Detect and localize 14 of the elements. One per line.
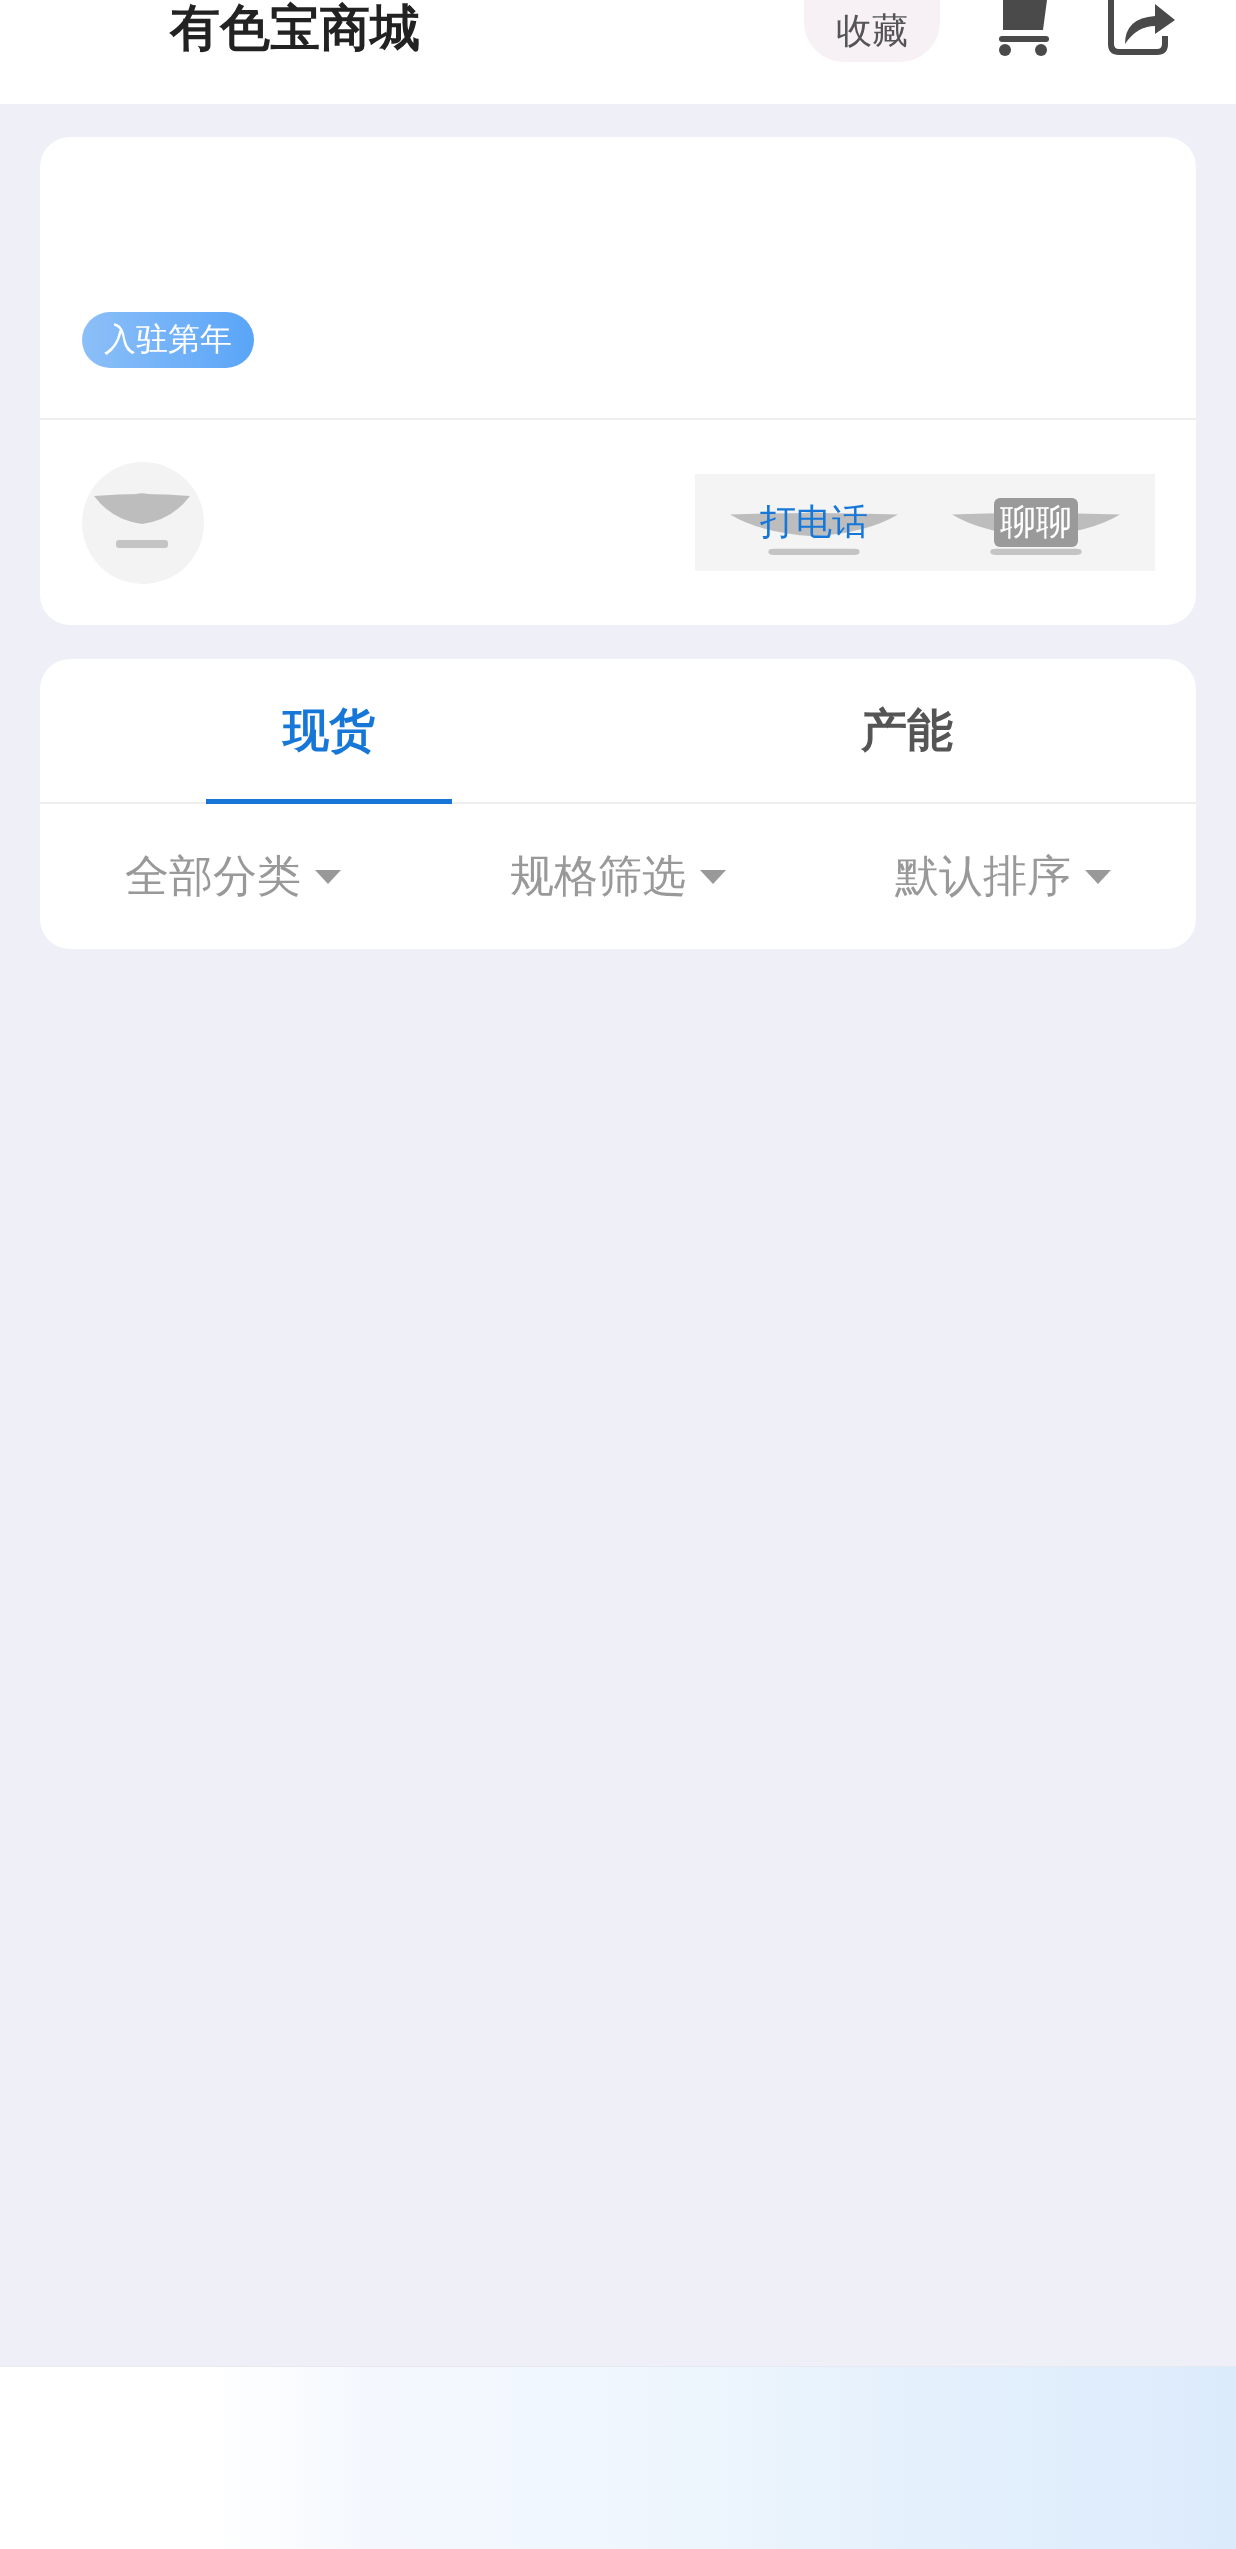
tab[interactable]: 产能 [618, 659, 1196, 802]
tab[interactable]: 现货 [40, 659, 618, 802]
filter-dropdown[interactable]: 全部分类 [40, 847, 426, 906]
collect-button[interactable]: 收藏 [804, 0, 940, 62]
years-badge: 入驻第年 [82, 312, 254, 368]
caret-icon [314, 869, 341, 884]
filter-dropdown[interactable]: 规格筛选 [425, 847, 811, 906]
caret-icon [1085, 869, 1112, 884]
chat-button[interactable]: 聊聊 [925, 474, 1147, 571]
filter-dropdown[interactable]: 默认排序 [810, 847, 1196, 906]
call-button[interactable]: 打电话 [703, 474, 925, 571]
page-title: 有色宝商城 [170, 0, 421, 58]
caret-icon [700, 869, 726, 884]
shop-logo-icon [82, 461, 204, 584]
